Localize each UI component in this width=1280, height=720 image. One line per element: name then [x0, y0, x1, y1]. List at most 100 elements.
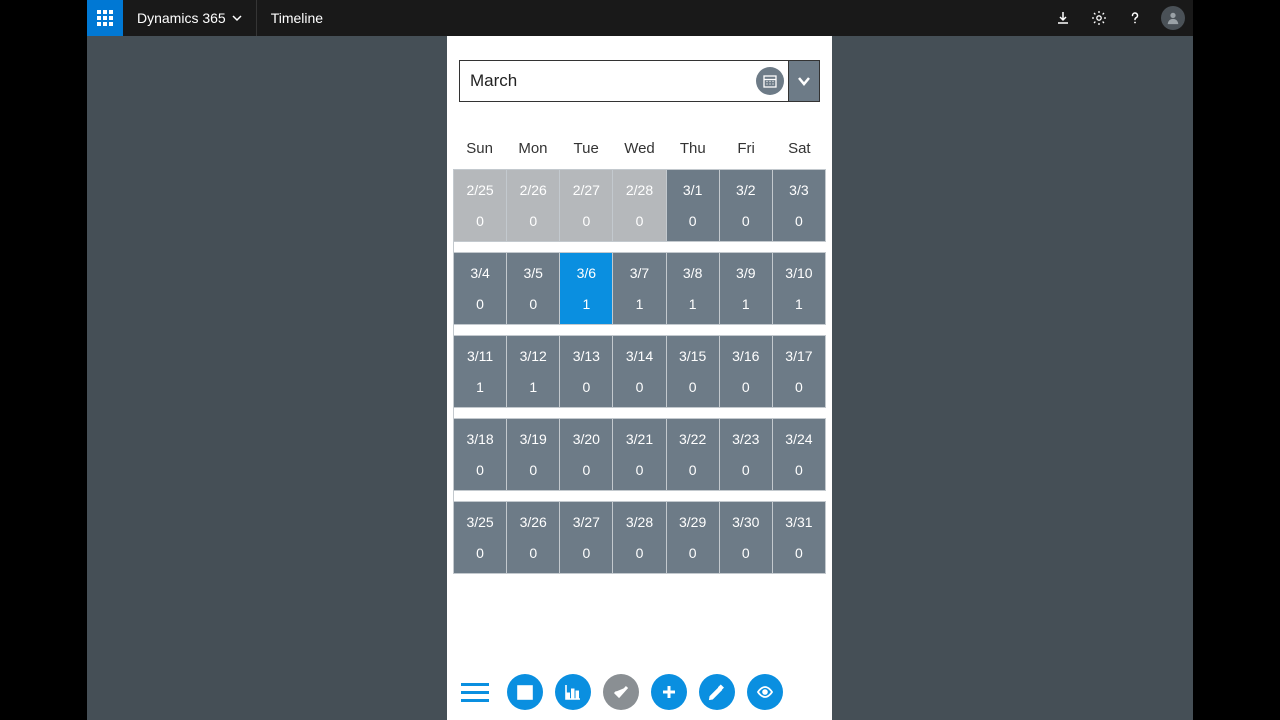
calendar-day[interactable]: 3/190 — [507, 419, 560, 491]
breadcrumb[interactable]: Timeline — [257, 10, 337, 26]
plus-icon — [659, 682, 679, 702]
calendar-day[interactable]: 3/310 — [773, 502, 826, 574]
calendar: SunMonTueWedThuFriSat 2/2502/2602/2702/2… — [453, 140, 826, 584]
calendar-day[interactable]: 3/30 — [773, 170, 826, 242]
confirm-button[interactable] — [603, 674, 639, 710]
calendar-day[interactable]: 3/71 — [613, 253, 666, 325]
calendar-day[interactable]: 3/140 — [613, 336, 666, 408]
settings-button[interactable] — [1081, 0, 1117, 36]
day-date: 3/21 — [626, 427, 653, 447]
person-icon — [1166, 11, 1180, 25]
day-date: 3/17 — [785, 344, 812, 364]
download-button[interactable] — [1045, 0, 1081, 36]
calendar-day[interactable]: 3/26 0 — [507, 502, 560, 574]
calendar-day[interactable]: 3/300 — [720, 502, 773, 574]
calendar-day[interactable]: 3/24 0 — [773, 419, 826, 491]
calendar-icon — [515, 682, 535, 702]
menu-button[interactable] — [455, 677, 495, 708]
day-count: 1 — [476, 379, 484, 399]
day-date: 3/9 — [736, 261, 755, 281]
calendar-day[interactable]: 3/50 — [507, 253, 560, 325]
day-date: 3/27 — [573, 510, 600, 530]
user-avatar[interactable] — [1161, 6, 1185, 30]
calendar-day[interactable]: 2/270 — [560, 170, 613, 242]
calendar-day[interactable]: 3/210 — [613, 419, 666, 491]
day-count: 0 — [529, 545, 537, 565]
calendar-day[interactable]: 3/180 — [454, 419, 507, 491]
day-count: 0 — [689, 213, 697, 233]
day-date: 3/5 — [523, 261, 542, 281]
day-count: 0 — [795, 462, 803, 482]
calendar-day[interactable]: 3/20 0 — [560, 419, 613, 491]
calendar-day[interactable]: 3/101 — [773, 253, 826, 325]
weekday-label: Mon — [506, 140, 559, 157]
day-date: 2/28 — [626, 178, 653, 198]
day-count: 1 — [636, 296, 644, 316]
calendar-day[interactable]: 3/230 — [720, 419, 773, 491]
day-date: 2/25 — [466, 178, 493, 198]
calendar-day[interactable]: 3/4 0 — [454, 253, 507, 325]
day-date: 3/1 — [683, 178, 702, 198]
edit-button[interactable] — [699, 674, 735, 710]
day-count: 0 — [795, 213, 803, 233]
add-button[interactable] — [651, 674, 687, 710]
day-count: 0 — [529, 462, 537, 482]
help-button[interactable] — [1117, 0, 1153, 36]
day-count: 0 — [689, 545, 697, 565]
app-launcher-button[interactable] — [87, 0, 123, 36]
month-field[interactable]: March — [459, 60, 789, 102]
day-count: 1 — [689, 296, 697, 316]
day-count: 0 — [582, 462, 590, 482]
eye-icon — [755, 682, 775, 702]
calendar-day[interactable]: 3/61 — [560, 253, 613, 325]
day-count: 0 — [795, 379, 803, 399]
calendar-day[interactable]: 2/260 — [507, 170, 560, 242]
day-count: 0 — [476, 296, 484, 316]
calendar-day[interactable]: 3/20 — [720, 170, 773, 242]
day-count: 0 — [476, 213, 484, 233]
day-date: 3/30 — [732, 510, 759, 530]
day-date: 3/20 — [573, 427, 600, 447]
view-button[interactable] — [747, 674, 783, 710]
calendar-day[interactable]: 3/121 — [507, 336, 560, 408]
calendar-day[interactable]: 3/91 — [720, 253, 773, 325]
day-date: 3/31 — [785, 510, 812, 530]
pencil-icon — [707, 682, 727, 702]
calendar-day[interactable]: 3/130 — [560, 336, 613, 408]
calendar-picker-button[interactable] — [756, 67, 784, 95]
day-date: 3/4 — [470, 261, 489, 281]
calendar-day[interactable]: 3/1 0 — [667, 170, 720, 242]
weekday-label: Thu — [666, 140, 719, 157]
calendar-day[interactable]: 3/17 0 — [773, 336, 826, 408]
download-icon — [1055, 10, 1071, 26]
day-count: 0 — [689, 379, 697, 399]
day-date: 3/24 — [785, 427, 812, 447]
calendar-view-button[interactable] — [507, 674, 543, 710]
calendar-day[interactable]: 3/8 1 — [667, 253, 720, 325]
calendar-day[interactable]: 3/160 — [720, 336, 773, 408]
calendar-day[interactable]: 3/250 — [454, 502, 507, 574]
calendar-day[interactable]: 2/28 0 — [613, 170, 666, 242]
calendar-day[interactable]: 3/27 0 — [560, 502, 613, 574]
month-dropdown-button[interactable] — [789, 60, 820, 102]
chart-view-button[interactable] — [555, 674, 591, 710]
calendar-day[interactable]: 3/150 — [667, 336, 720, 408]
calendar-day[interactable]: 3/280 — [613, 502, 666, 574]
day-count: 0 — [582, 213, 590, 233]
day-count: 0 — [636, 213, 644, 233]
calendar-day[interactable]: 3/11 1 — [454, 336, 507, 408]
calendar-day[interactable]: 2/25 0 — [454, 170, 507, 242]
day-date: 3/25 — [466, 510, 493, 530]
day-count: 0 — [582, 545, 590, 565]
calendar-icon — [762, 73, 778, 89]
weekday-label: Sun — [453, 140, 506, 157]
day-date: 3/26 — [520, 510, 547, 530]
calendar-day[interactable]: 3/290 — [667, 502, 720, 574]
brand-dropdown[interactable]: Dynamics 365 — [123, 0, 257, 36]
day-date: 3/8 — [683, 261, 702, 281]
day-date: 3/22 — [679, 427, 706, 447]
chevron-down-icon — [232, 13, 242, 23]
day-count: 0 — [476, 462, 484, 482]
calendar-day[interactable]: 3/220 — [667, 419, 720, 491]
day-date: 3/11 — [467, 344, 493, 364]
